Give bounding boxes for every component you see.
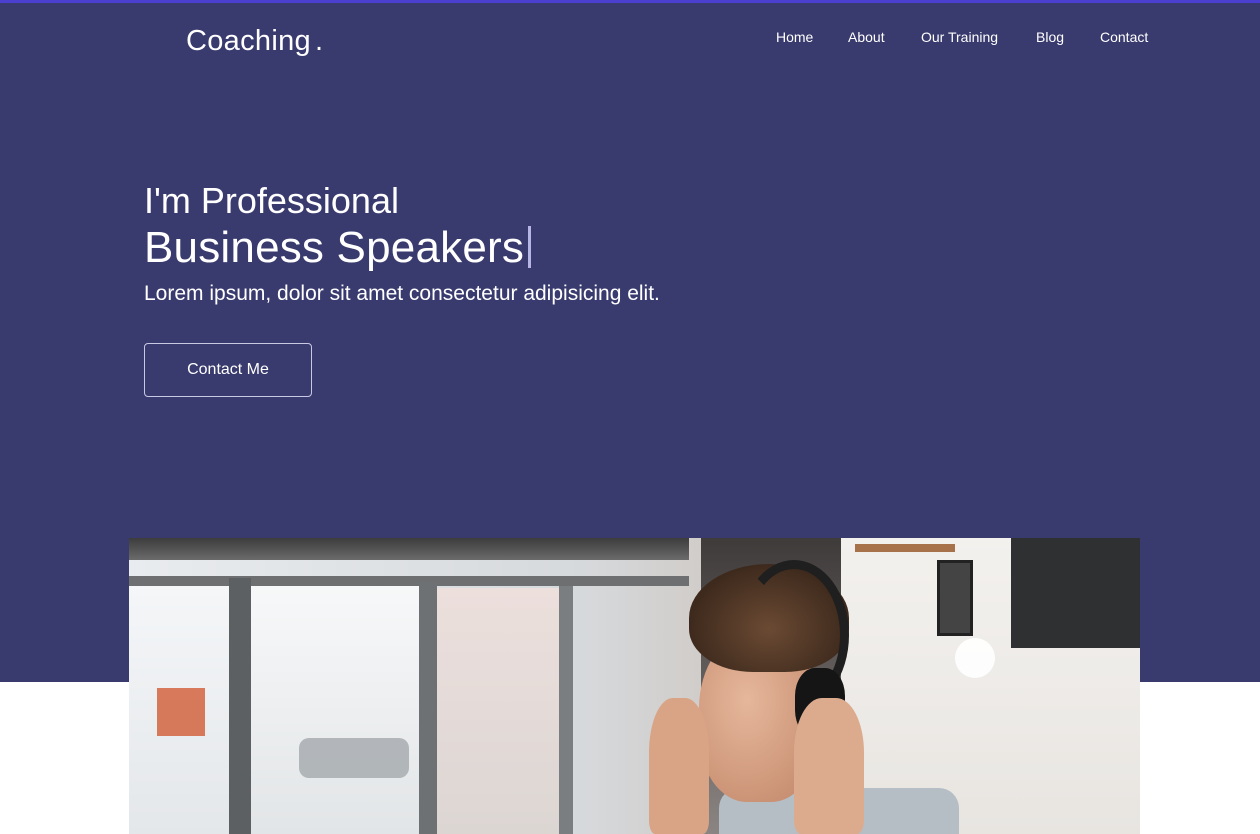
photo-window-frame (129, 538, 689, 560)
photo-window-frame (559, 586, 573, 834)
photo-person-hand (794, 698, 864, 834)
photo-background-object (157, 688, 205, 736)
contact-me-button[interactable]: Contact Me (144, 343, 312, 397)
photo-window (437, 588, 559, 834)
photo-person-hand (649, 698, 709, 834)
typing-cursor (528, 226, 532, 268)
hero-headline: Business Speakers (144, 223, 525, 272)
photo-window-frame (129, 576, 689, 586)
photo-chalkboard (1011, 538, 1140, 648)
main-nav: Home About Our Training Blog Contact (0, 29, 1260, 49)
photo-window-frame (419, 582, 437, 834)
nav-contact[interactable]: Contact (1100, 29, 1148, 45)
nav-home[interactable]: Home (776, 29, 813, 45)
photo-window-frame (229, 578, 251, 834)
nav-about[interactable]: About (848, 29, 885, 45)
page: Coaching. Home About Our Training Blog C… (0, 0, 1260, 834)
photo-shelf (855, 544, 955, 552)
nav-blog[interactable]: Blog (1036, 29, 1064, 45)
hero-headline-wrap: Business Speakers (144, 223, 532, 273)
photo-background-object (299, 738, 409, 778)
photo-frame (937, 560, 973, 636)
hero-intro: I'm Professional (144, 180, 399, 221)
photo-window (251, 586, 419, 834)
hero-tagline: Lorem ipsum, dolor sit amet consectetur … (144, 282, 660, 305)
nav-our-training[interactable]: Our Training (921, 29, 998, 45)
photo-lamp (955, 638, 995, 678)
hero-photo (129, 538, 1140, 834)
